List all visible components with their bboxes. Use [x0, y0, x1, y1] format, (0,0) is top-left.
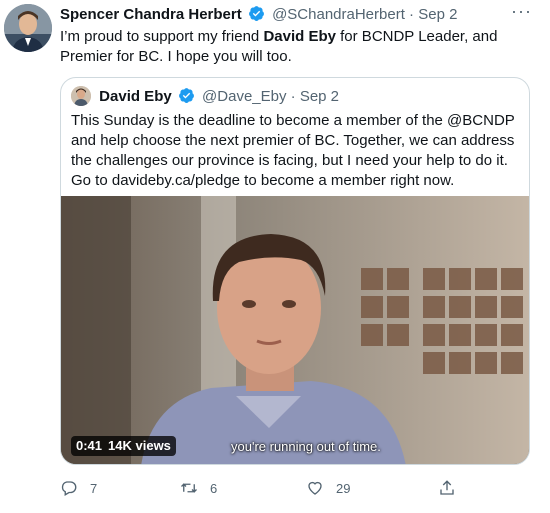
reply-count: 7 [90, 480, 98, 496]
quote-date: Sep 2 [299, 88, 340, 105]
quote-text: This Sunday is the deadline to become a … [71, 112, 515, 189]
tweet-actions: 7 6 29 [60, 476, 500, 500]
separator-dot: · [409, 6, 415, 23]
verified-badge-icon [248, 5, 265, 26]
like-button[interactable]: 29 [306, 476, 350, 500]
video-thumbnail [61, 196, 529, 464]
reply-icon [61, 481, 77, 496]
video-player[interactable]: 0:41 14K views you're running out of time… [61, 196, 529, 464]
video-views: 14K views [108, 438, 171, 453]
heart-icon [308, 481, 322, 495]
video-stats-badge: 0:41 14K views [71, 436, 176, 456]
tweet-date[interactable]: Sep 2 [418, 6, 457, 23]
share-icon [440, 480, 454, 495]
quote-author-handle: @Dave_Eby [202, 88, 287, 105]
quote-author-name: David Eby [99, 88, 172, 105]
video-caption: you're running out of time. [231, 439, 381, 454]
author-avatar[interactable] [4, 4, 52, 52]
reply-button[interactable]: 7 [60, 476, 97, 500]
tweet-text-part: I’m proud to support my friend [60, 28, 264, 45]
video-duration: 0:41 [76, 438, 103, 453]
more-options-icon[interactable]: ··· [511, 1, 532, 22]
share-button[interactable] [438, 476, 456, 500]
tweet-text: I’m proud to support my friend David Eby… [60, 27, 530, 67]
author-name[interactable]: Spencer Chandra Herbert [60, 6, 242, 23]
author-handle[interactable]: @SChandraHerbert [272, 6, 405, 23]
separator-dot: · [290, 88, 296, 105]
quoted-tweet[interactable]: David Eby @Dave_Eby · Sep 2 This Sunday … [60, 77, 530, 465]
like-count: 29 [336, 480, 351, 496]
tweet-header: Spencer Chandra Herbert @SChandraHerbert… [60, 1, 540, 27]
tweet-text-mention: David Eby [263, 28, 336, 45]
retweet-icon [181, 483, 197, 493]
verified-badge-icon [178, 87, 195, 108]
retweet-count: 6 [210, 480, 218, 496]
retweet-button[interactable]: 6 [180, 476, 217, 500]
quote-author-avatar [71, 86, 91, 106]
tweet[interactable]: Spencer Chandra Herbert @SChandraHerbert… [0, 0, 550, 513]
quote-header: David Eby @Dave_Eby · Sep 2 [71, 86, 339, 108]
